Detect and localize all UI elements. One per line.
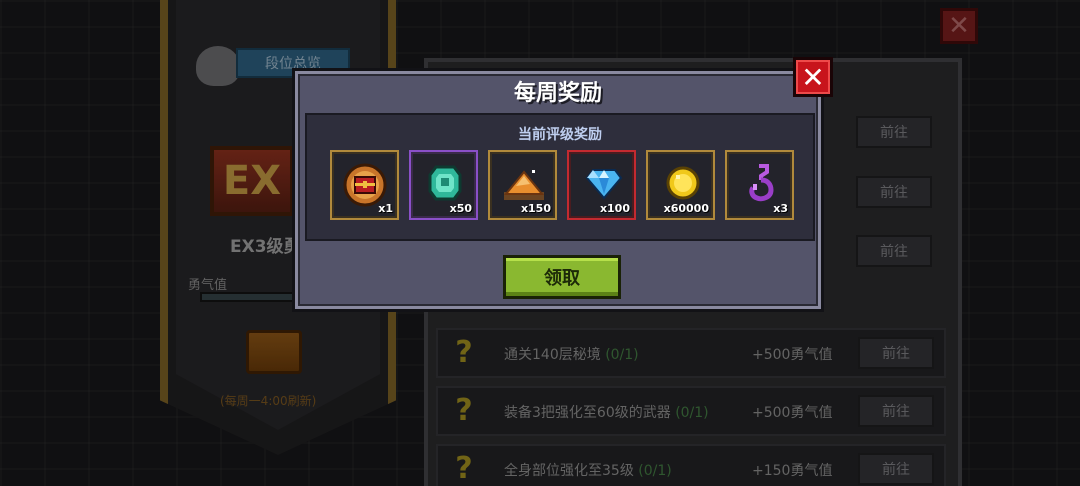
reward-list: x1 x50 x150 x100 x60000 x3 xyxy=(330,150,794,220)
close-icon: ✕ xyxy=(801,60,825,94)
reward-slot[interactable]: x50 xyxy=(409,150,478,220)
reward-slot[interactable]: x100 xyxy=(567,150,636,220)
reward-slot[interactable]: x150 xyxy=(488,150,557,220)
reward-slot[interactable]: x3 xyxy=(725,150,794,220)
rewards-panel: 当前评级奖励 x1 x50 x150 x100 x60000 x3 xyxy=(305,113,815,241)
teal-gem-icon xyxy=(428,165,462,201)
purple-fish-hook-icon xyxy=(749,164,774,202)
weekly-rewards-dialog: 每周奖励 ✕ 当前评级奖励 x1 x50 x150 x100 x60000 x3… xyxy=(292,57,833,312)
gold-coin-icon xyxy=(666,166,700,200)
close-button[interactable]: ✕ xyxy=(793,57,833,97)
sand-pile-icon xyxy=(503,170,545,200)
reward-quantity: x60000 xyxy=(663,202,709,215)
reward-quantity: x100 xyxy=(599,202,630,215)
reward-slot[interactable]: x1 xyxy=(330,150,399,220)
reward-quantity: x3 xyxy=(773,202,788,215)
rewards-heading: 当前评级奖励 xyxy=(518,127,602,143)
treasure-chest-token-icon xyxy=(343,163,387,207)
reward-slot[interactable]: x60000 xyxy=(646,150,715,220)
reward-quantity: x150 xyxy=(520,202,551,215)
dialog-title: 每周奖励 xyxy=(513,81,602,106)
reward-quantity: x1 xyxy=(378,202,393,215)
reward-quantity: x50 xyxy=(449,202,472,215)
blue-diamond-icon xyxy=(585,169,623,200)
claim-button[interactable]: 领取 xyxy=(503,255,621,299)
